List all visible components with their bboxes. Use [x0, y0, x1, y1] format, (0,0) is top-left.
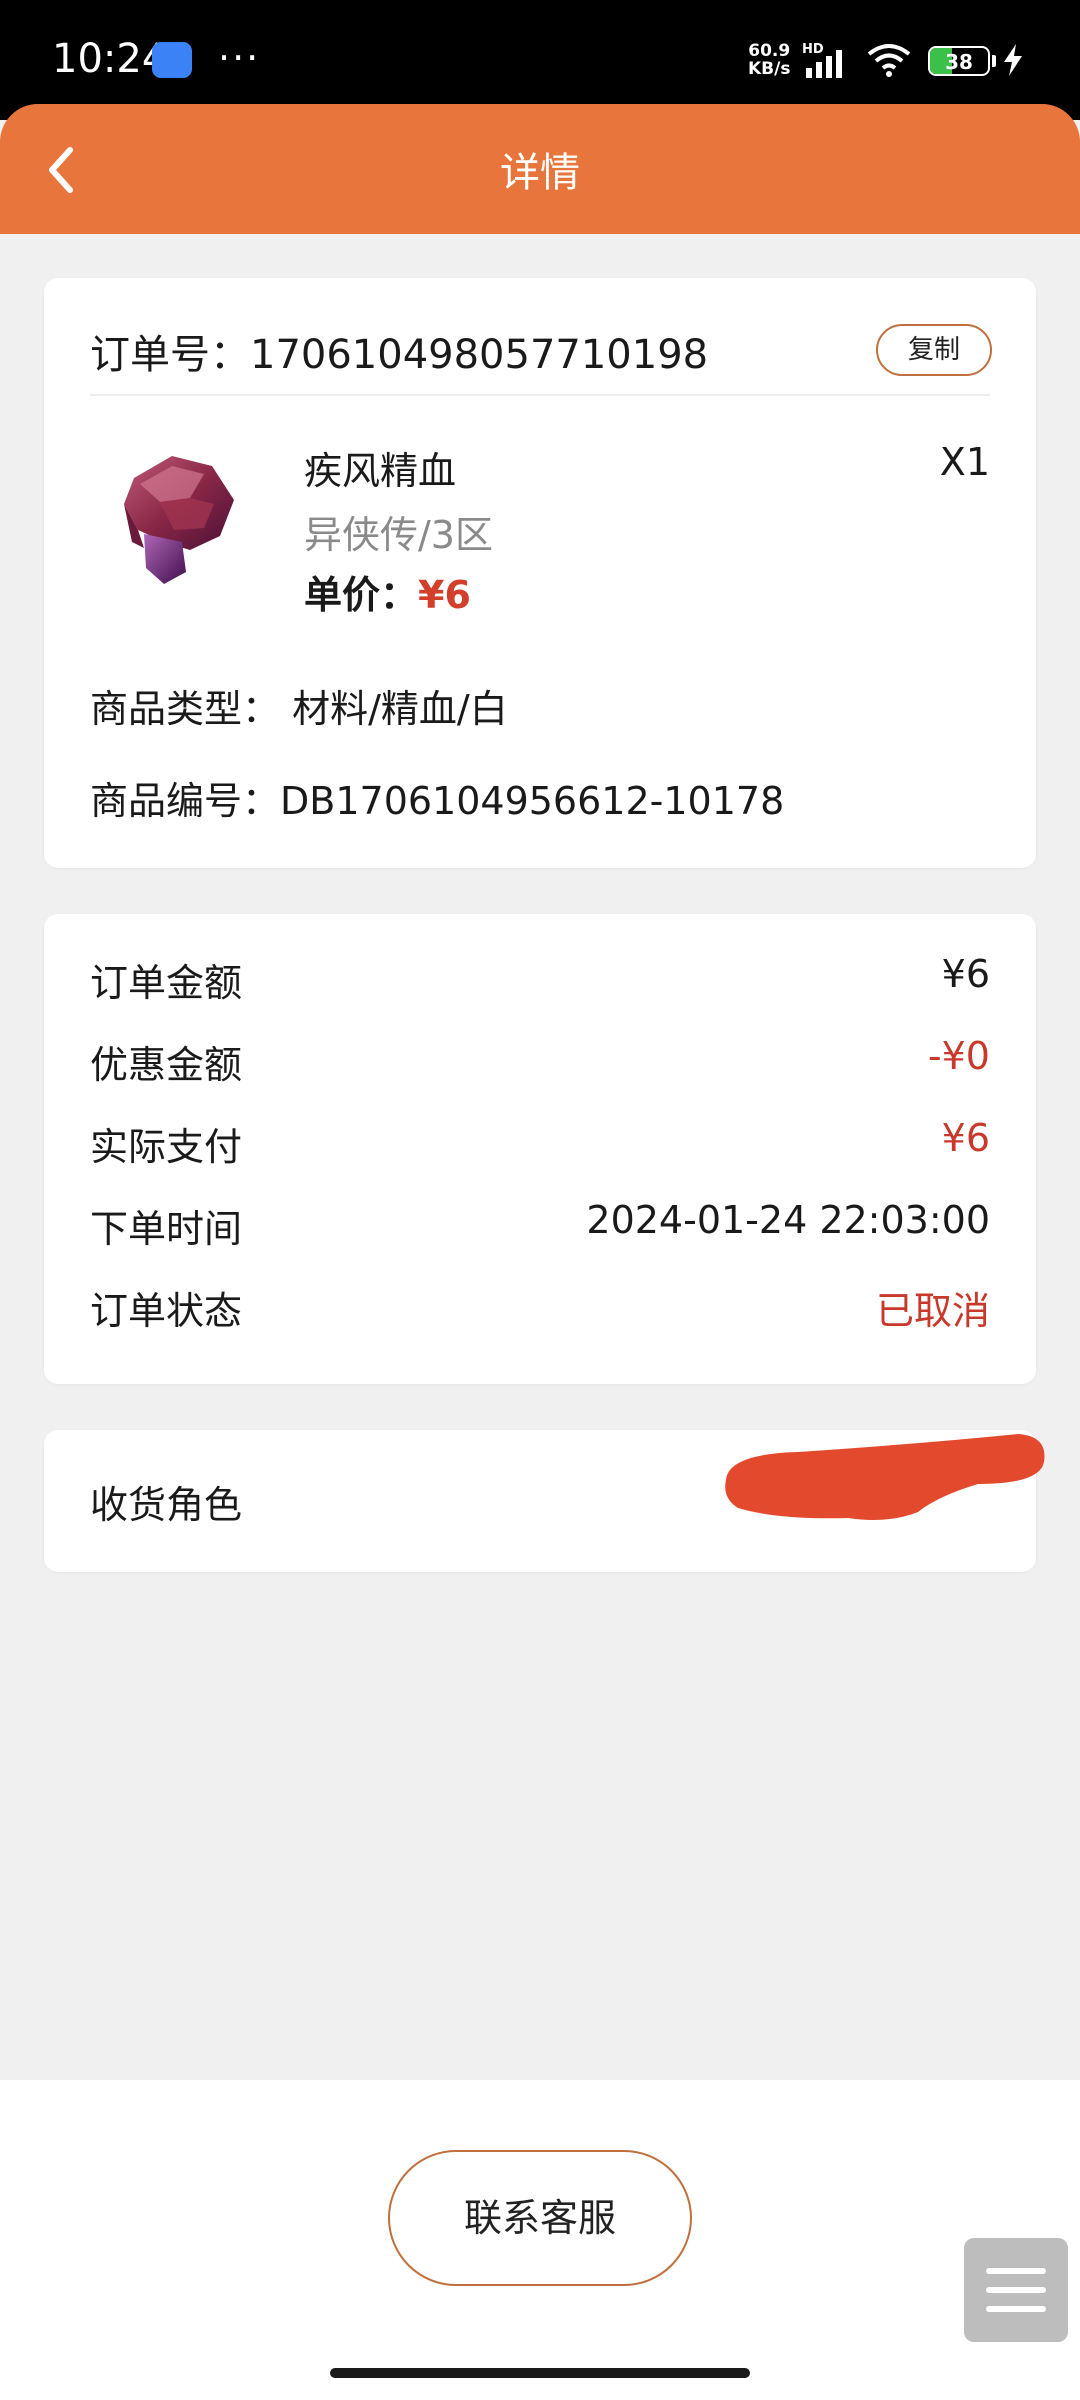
app-icon [152, 42, 192, 78]
summary-value: ¥6 [941, 952, 990, 996]
receiver-label: 收货角色 [90, 1483, 243, 1527]
status-time: 10:24 [52, 36, 168, 82]
summary-label: 订单金额 [90, 961, 243, 1005]
hamburger-icon[interactable] [964, 2238, 1068, 2342]
wifi-icon [867, 44, 911, 77]
product-type: 商品类型： 材料/精血/白 [90, 678, 508, 733]
product-type-value: 材料/精血/白 [292, 687, 508, 731]
order-product-card: 订单号：1706104980577101​98 复制 疾风精血 X1 异侠传/3… [44, 278, 1036, 868]
summary-label: 下单时间 [90, 1207, 243, 1251]
summary-value: -¥0 [927, 1034, 990, 1078]
summary-label: 优惠金额 [90, 1043, 243, 1087]
network-speed-unit: KB/s [748, 59, 791, 79]
summary-label: 订单状态 [90, 1289, 243, 1333]
network-speed-value: 60.9 [748, 41, 791, 61]
network-speed: 60.9 KB/s [748, 42, 790, 78]
app-header: 详情 [0, 104, 1080, 234]
summary-row-order-time: 下单时间 2024-01-24 22:03:00 [90, 1198, 990, 1258]
unit-price: 单价：¥6 [304, 564, 471, 619]
red-ore-item-icon [124, 456, 234, 584]
product-name: 疾风精血 [304, 449, 457, 493]
divider [90, 394, 990, 396]
bottom-action-bar: 联系客服 [0, 2080, 1080, 2400]
unit-price-label: 单价： [304, 573, 419, 617]
copy-button[interactable]: 复制 [876, 324, 992, 376]
product-quantity: X1 [939, 440, 990, 484]
product-type-label: 商品类型： [90, 687, 281, 731]
product-code-value: DB1706104956612-10178 [280, 779, 785, 823]
order-number-label: 订单号： [90, 332, 250, 378]
product-server: 异侠传/3区 [304, 513, 493, 557]
battery-level-text: 38 [945, 50, 973, 74]
contact-service-button[interactable]: 联系客服 [388, 2150, 692, 2286]
summary-row-paid: 实际支付 ¥6 [90, 1116, 990, 1176]
signal-icon [806, 50, 842, 78]
order-summary-card: 订单金额 ¥6 优惠金额 -¥0 实际支付 ¥6 下单时间 2024-01-24… [44, 914, 1036, 1384]
product-code-label: 商品编号： [90, 779, 281, 823]
page-title: 详情 [500, 150, 580, 196]
battery-tip [992, 55, 996, 67]
summary-row-status: 订单状态 已取消 [90, 1280, 990, 1340]
order-number: 订单号：1706104980577101​98 [90, 322, 708, 380]
summary-value: 2024-01-24 22:03:00 [586, 1198, 990, 1242]
summary-row-order-amount: 订单金额 ¥6 [90, 952, 990, 1012]
charging-icon [1004, 44, 1022, 76]
product-code: 商品编号：DB1706104956612-10178 [90, 770, 784, 825]
order-number-value: 1706104980577101​98 [250, 332, 709, 378]
summary-label: 实际支付 [90, 1125, 243, 1169]
status-badge: 已取消 [875, 1289, 990, 1333]
status-bar: 10:24 ··· 60.9 KB/s HD 38 [0, 0, 1080, 120]
summary-value: ¥6 [941, 1116, 990, 1160]
unit-price-value: ¥6 [418, 573, 471, 617]
battery-icon: 38 [928, 46, 990, 76]
home-indicator[interactable] [330, 2368, 750, 2378]
summary-row-discount: 优惠金额 -¥0 [90, 1034, 990, 1094]
redaction-mark [725, 1434, 1045, 1520]
more-dots-icon: ··· [218, 36, 261, 80]
